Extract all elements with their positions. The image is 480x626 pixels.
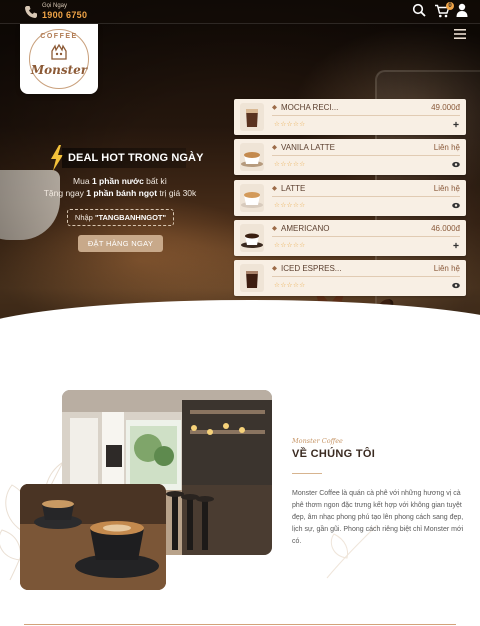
hero-bottom-curve bbox=[0, 300, 480, 360]
eye-icon[interactable] bbox=[452, 202, 460, 209]
product-price: Liên hệ bbox=[433, 184, 460, 193]
title-underline bbox=[292, 473, 322, 474]
promo-line-2: Tặng ngay 1 phần bánh ngọt trị giá 30k bbox=[43, 188, 197, 198]
product-name[interactable]: AMERICANO bbox=[272, 224, 329, 233]
product-thumbnail bbox=[240, 184, 264, 212]
product-item[interactable]: LATTE Liên hệ ☆☆☆☆☆ bbox=[234, 180, 466, 216]
product-thumbnail bbox=[240, 224, 264, 252]
product-item[interactable]: VANILA LATTE Liên hệ ☆☆☆☆☆ bbox=[234, 139, 466, 175]
cart-count-badge: 0 bbox=[446, 2, 454, 10]
product-name[interactable]: LATTE bbox=[272, 184, 305, 193]
plus-icon[interactable] bbox=[452, 242, 460, 249]
product-divider bbox=[272, 196, 460, 197]
star-rating: ☆☆☆☆☆ bbox=[274, 121, 306, 128]
star-rating: ☆☆☆☆☆ bbox=[274, 282, 306, 289]
search-icon[interactable] bbox=[412, 3, 426, 17]
product-price: Liên hệ bbox=[433, 264, 460, 273]
product-divider bbox=[272, 115, 460, 116]
section-divider bbox=[24, 624, 456, 625]
product-name[interactable]: ICED ESPRES... bbox=[272, 264, 341, 273]
product-name[interactable]: MOCHA RECI... bbox=[272, 103, 338, 112]
product-name[interactable]: VANILA LATTE bbox=[272, 143, 335, 152]
product-divider bbox=[272, 276, 460, 277]
product-thumbnail bbox=[240, 143, 264, 171]
order-now-button[interactable]: ĐẶT HÀNG NGAY bbox=[78, 235, 163, 252]
product-thumbnail bbox=[240, 103, 264, 131]
logo-brand-text: Monster bbox=[30, 63, 88, 77]
about-description: Monster Coffee là quán cà phê với những … bbox=[292, 490, 464, 545]
product-price: 46.000đ bbox=[431, 224, 460, 233]
about-title: VỀ CHÚNG TÔI bbox=[292, 448, 376, 460]
hamburger-menu-icon[interactable] bbox=[454, 29, 466, 39]
promo-line-1: Mua 1 phần nước bất kì bbox=[73, 176, 167, 186]
phone-icon[interactable] bbox=[24, 5, 38, 19]
product-price: Liên hệ bbox=[433, 143, 460, 152]
call-label: Gọi Ngay bbox=[42, 3, 68, 9]
brand-logo[interactable]: COFFEE Monster bbox=[20, 24, 98, 94]
eye-icon[interactable] bbox=[452, 161, 460, 168]
product-divider bbox=[272, 155, 460, 156]
monster-face-icon bbox=[51, 43, 67, 60]
promo-code-box: Nhập "TANGBANHNGOT" bbox=[67, 209, 174, 226]
star-rating: ☆☆☆☆☆ bbox=[274, 242, 306, 249]
user-icon[interactable] bbox=[456, 3, 468, 17]
coffee-cup-photo bbox=[20, 484, 166, 590]
product-item[interactable]: MOCHA RECI... 49.000đ ☆☆☆☆☆ bbox=[234, 99, 466, 135]
promo-code: "TANGBANHNGOT" bbox=[94, 213, 167, 222]
product-divider bbox=[272, 236, 460, 237]
product-thumbnail bbox=[240, 264, 264, 292]
deal-title: DEAL HOT TRONG NGÀY bbox=[68, 152, 204, 164]
product-item[interactable]: ICED ESPRES... Liên hệ ☆☆☆☆☆ bbox=[234, 260, 466, 296]
phone-number[interactable]: 1900 6750 bbox=[42, 10, 87, 20]
star-rating: ☆☆☆☆☆ bbox=[274, 202, 306, 209]
top-bar: Gọi Ngay 1900 6750 0 bbox=[0, 0, 480, 24]
product-item[interactable]: AMERICANO 46.000đ ☆☆☆☆☆ bbox=[234, 220, 466, 256]
eye-icon[interactable] bbox=[452, 282, 460, 289]
product-price: 49.000đ bbox=[431, 103, 460, 112]
star-rating: ☆☆☆☆☆ bbox=[274, 161, 306, 168]
logo-top-text: COFFEE bbox=[40, 33, 78, 40]
about-subtitle: Monster Coffee bbox=[292, 437, 343, 445]
plus-icon[interactable] bbox=[452, 121, 460, 128]
